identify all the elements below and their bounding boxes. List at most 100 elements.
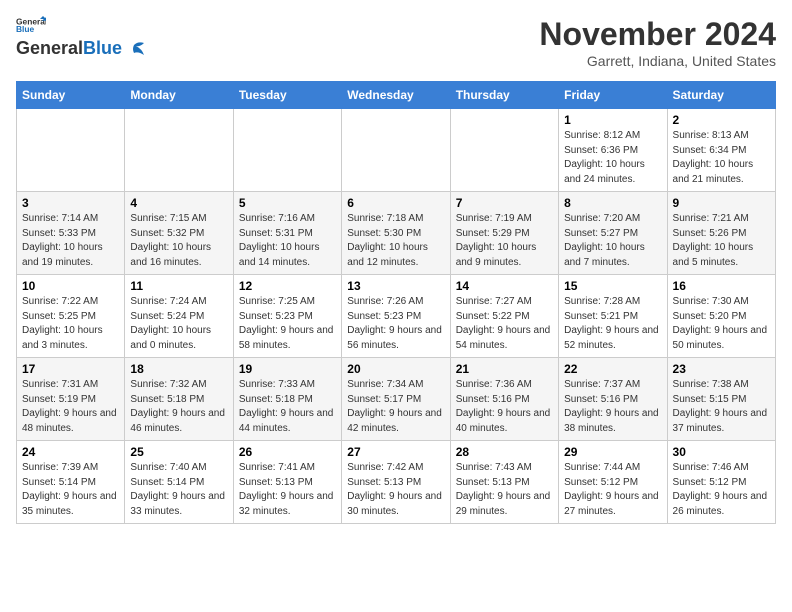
day-info: Sunrise: 8:13 AM Sunset: 6:34 PM Dayligh… bbox=[673, 129, 770, 187]
logo: General Blue General Blue bbox=[16, 16, 146, 59]
calendar-cell: 8Sunrise: 7:20 AM Sunset: 5:27 PM Daylig… bbox=[559, 192, 667, 275]
day-number: 1 bbox=[564, 113, 661, 127]
day-number: 9 bbox=[673, 196, 770, 210]
calendar-cell: 23 Sunrise: 7:38 AM Sunset: 5:15 PM Dayli… bbox=[667, 358, 775, 441]
weekday-header: Wednesday bbox=[342, 82, 450, 109]
calendar-cell: 24Sunrise: 7:39 AM Sunset: 5:14 PM Dayli… bbox=[17, 441, 125, 524]
page-subtitle: Garrett, Indiana, United States bbox=[539, 53, 776, 69]
calendar-cell: 1 Sunrise: 8:12 AM Sunset: 6:36 PM Daylig… bbox=[559, 109, 667, 192]
weekday-header: Tuesday bbox=[233, 82, 341, 109]
day-number: 11 bbox=[130, 279, 227, 293]
day-info: Sunrise: 8:12 AM Sunset: 6:36 PM Dayligh… bbox=[564, 129, 661, 187]
calendar-cell: 4 Sunrise: 7:15 AM Sunset: 5:32 PM Daylig… bbox=[125, 192, 233, 275]
weekday-header: Monday bbox=[125, 82, 233, 109]
logo-icon: General Blue bbox=[16, 16, 46, 34]
calendar-cell bbox=[450, 109, 558, 192]
calendar-cell: 10 Sunrise: 7:22 AM Sunset: 5:25 PM Dayli… bbox=[17, 275, 125, 358]
day-info: Sunrise: 7:38 AM Sunset: 5:15 PM Dayligh… bbox=[673, 378, 770, 436]
calendar-cell: 22Sunrise: 7:37 AM Sunset: 5:16 PM Dayli… bbox=[559, 358, 667, 441]
day-info: Sunrise: 7:16 AM Sunset: 5:31 PM Dayligh… bbox=[239, 212, 336, 270]
day-number: 10 bbox=[22, 279, 119, 293]
day-number: 16 bbox=[673, 279, 770, 293]
day-info: Sunrise: 7:25 AM Sunset: 5:23 PM Dayligh… bbox=[239, 295, 336, 353]
calendar-cell: 7 Sunrise: 7:19 AM Sunset: 5:29 PM Daylig… bbox=[450, 192, 558, 275]
day-number: 21 bbox=[456, 362, 553, 376]
calendar-cell: 18Sunrise: 7:32 AM Sunset: 5:18 PM Dayli… bbox=[125, 358, 233, 441]
day-info: Sunrise: 7:46 AM Sunset: 5:12 PM Dayligh… bbox=[673, 461, 770, 519]
day-info: Sunrise: 7:43 AM Sunset: 5:13 PM Dayligh… bbox=[456, 461, 553, 519]
day-info: Sunrise: 7:31 AM Sunset: 5:19 PM Dayligh… bbox=[22, 378, 119, 436]
weekday-header: Friday bbox=[559, 82, 667, 109]
day-number: 2 bbox=[673, 113, 770, 127]
calendar-cell: 17 Sunrise: 7:31 AM Sunset: 5:19 PM Dayli… bbox=[17, 358, 125, 441]
weekday-header: Sunday bbox=[17, 82, 125, 109]
weekday-header: Thursday bbox=[450, 82, 558, 109]
day-number: 5 bbox=[239, 196, 336, 210]
weekday-header: Saturday bbox=[667, 82, 775, 109]
day-number: 17 bbox=[22, 362, 119, 376]
day-number: 14 bbox=[456, 279, 553, 293]
calendar-cell: 13 Sunrise: 7:26 AM Sunset: 5:23 PM Dayli… bbox=[342, 275, 450, 358]
calendar-cell bbox=[125, 109, 233, 192]
day-info: Sunrise: 7:14 AM Sunset: 5:33 PM Dayligh… bbox=[22, 212, 119, 270]
title-area: November 2024 Garrett, Indiana, United S… bbox=[539, 16, 776, 69]
calendar-table: SundayMondayTuesdayWednesdayThursdayFrid… bbox=[16, 81, 776, 524]
day-number: 7 bbox=[456, 196, 553, 210]
logo-general: General bbox=[16, 38, 83, 59]
day-number: 12 bbox=[239, 279, 336, 293]
day-number: 28 bbox=[456, 445, 553, 459]
calendar-cell: 27Sunrise: 7:42 AM Sunset: 5:13 PM Dayli… bbox=[342, 441, 450, 524]
day-info: Sunrise: 7:20 AM Sunset: 5:27 PM Dayligh… bbox=[564, 212, 661, 270]
calendar-cell: 26 Sunrise: 7:41 AM Sunset: 5:13 PM Dayli… bbox=[233, 441, 341, 524]
day-info: Sunrise: 7:34 AM Sunset: 5:17 PM Dayligh… bbox=[347, 378, 444, 436]
calendar-cell: 3Sunrise: 7:14 AM Sunset: 5:33 PM Daylig… bbox=[17, 192, 125, 275]
calendar-cell: 11 Sunrise: 7:24 AM Sunset: 5:24 PM Dayli… bbox=[125, 275, 233, 358]
page-header: General Blue General Blue November 2024 … bbox=[16, 16, 776, 69]
day-info: Sunrise: 7:33 AM Sunset: 5:18 PM Dayligh… bbox=[239, 378, 336, 436]
calendar-cell: 5 Sunrise: 7:16 AM Sunset: 5:31 PM Daylig… bbox=[233, 192, 341, 275]
day-info: Sunrise: 7:24 AM Sunset: 5:24 PM Dayligh… bbox=[130, 295, 227, 353]
day-info: Sunrise: 7:44 AM Sunset: 5:12 PM Dayligh… bbox=[564, 461, 661, 519]
logo-blue: Blue bbox=[83, 38, 122, 59]
day-number: 30 bbox=[673, 445, 770, 459]
calendar-cell: 19Sunrise: 7:33 AM Sunset: 5:18 PM Dayli… bbox=[233, 358, 341, 441]
day-number: 29 bbox=[564, 445, 661, 459]
day-info: Sunrise: 7:36 AM Sunset: 5:16 PM Dayligh… bbox=[456, 378, 553, 436]
day-info: Sunrise: 7:22 AM Sunset: 5:25 PM Dayligh… bbox=[22, 295, 119, 353]
logo-bird-icon bbox=[124, 41, 146, 57]
calendar-cell bbox=[342, 109, 450, 192]
calendar-cell: 20Sunrise: 7:34 AM Sunset: 5:17 PM Dayli… bbox=[342, 358, 450, 441]
day-number: 22 bbox=[564, 362, 661, 376]
calendar-cell: 15 Sunrise: 7:28 AM Sunset: 5:21 PM Dayli… bbox=[559, 275, 667, 358]
day-info: Sunrise: 7:15 AM Sunset: 5:32 PM Dayligh… bbox=[130, 212, 227, 270]
day-number: 6 bbox=[347, 196, 444, 210]
day-number: 13 bbox=[347, 279, 444, 293]
calendar-cell bbox=[233, 109, 341, 192]
day-number: 4 bbox=[130, 196, 227, 210]
day-info: Sunrise: 7:40 AM Sunset: 5:14 PM Dayligh… bbox=[130, 461, 227, 519]
svg-text:Blue: Blue bbox=[16, 24, 35, 34]
day-info: Sunrise: 7:18 AM Sunset: 5:30 PM Dayligh… bbox=[347, 212, 444, 270]
calendar-cell: 14Sunrise: 7:27 AM Sunset: 5:22 PM Dayli… bbox=[450, 275, 558, 358]
day-number: 15 bbox=[564, 279, 661, 293]
day-info: Sunrise: 7:42 AM Sunset: 5:13 PM Dayligh… bbox=[347, 461, 444, 519]
day-info: Sunrise: 7:28 AM Sunset: 5:21 PM Dayligh… bbox=[564, 295, 661, 353]
day-number: 23 bbox=[673, 362, 770, 376]
calendar-cell: 2 Sunrise: 8:13 AM Sunset: 6:34 PM Daylig… bbox=[667, 109, 775, 192]
calendar-week-row: 24Sunrise: 7:39 AM Sunset: 5:14 PM Dayli… bbox=[17, 441, 776, 524]
calendar-week-row: 17 Sunrise: 7:31 AM Sunset: 5:19 PM Dayli… bbox=[17, 358, 776, 441]
day-number: 26 bbox=[239, 445, 336, 459]
calendar-week-row: 1 Sunrise: 8:12 AM Sunset: 6:36 PM Daylig… bbox=[17, 109, 776, 192]
calendar-cell: 21 Sunrise: 7:36 AM Sunset: 5:16 PM Dayli… bbox=[450, 358, 558, 441]
day-info: Sunrise: 7:39 AM Sunset: 5:14 PM Dayligh… bbox=[22, 461, 119, 519]
calendar-header-row: SundayMondayTuesdayWednesdayThursdayFrid… bbox=[17, 82, 776, 109]
calendar-week-row: 3Sunrise: 7:14 AM Sunset: 5:33 PM Daylig… bbox=[17, 192, 776, 275]
day-info: Sunrise: 7:19 AM Sunset: 5:29 PM Dayligh… bbox=[456, 212, 553, 270]
day-info: Sunrise: 7:41 AM Sunset: 5:13 PM Dayligh… bbox=[239, 461, 336, 519]
calendar-cell: 25 Sunrise: 7:40 AM Sunset: 5:14 PM Dayli… bbox=[125, 441, 233, 524]
day-info: Sunrise: 7:26 AM Sunset: 5:23 PM Dayligh… bbox=[347, 295, 444, 353]
day-number: 25 bbox=[130, 445, 227, 459]
day-info: Sunrise: 7:21 AM Sunset: 5:26 PM Dayligh… bbox=[673, 212, 770, 270]
day-number: 18 bbox=[130, 362, 227, 376]
calendar-cell: 9 Sunrise: 7:21 AM Sunset: 5:26 PM Daylig… bbox=[667, 192, 775, 275]
